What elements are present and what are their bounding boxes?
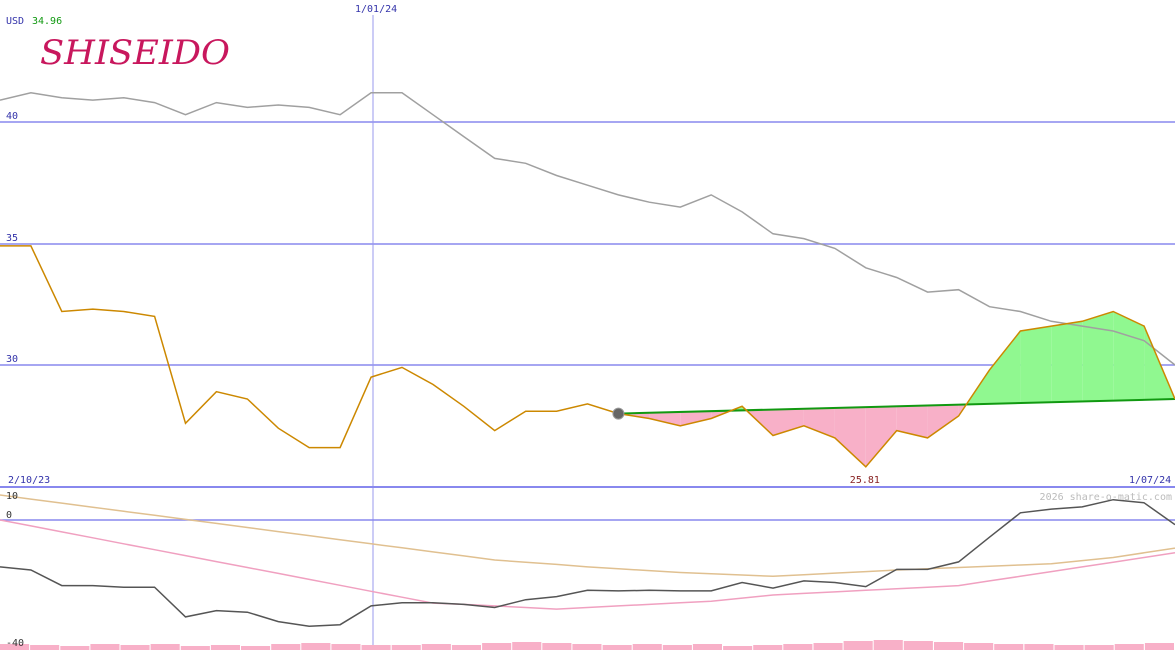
volume-bar xyxy=(391,645,421,650)
volume-bar xyxy=(301,643,331,650)
volume-bar xyxy=(753,645,783,650)
volume-bar xyxy=(1144,643,1174,650)
loss-fill-segment xyxy=(896,405,928,438)
volume-bar xyxy=(934,642,964,650)
volume-bar xyxy=(813,643,843,650)
volume-bar xyxy=(361,645,391,650)
volume-bar xyxy=(1114,644,1144,650)
gain-fill-segment xyxy=(1113,311,1145,401)
gain-fill-segment xyxy=(1082,311,1114,402)
volume-bar xyxy=(241,646,271,650)
trend-start-point xyxy=(612,407,625,420)
main-grid xyxy=(0,15,1175,650)
volume-bar xyxy=(180,646,210,650)
currency-label: USD xyxy=(6,16,24,27)
volume-bar xyxy=(60,646,90,650)
volume-bar xyxy=(150,644,180,650)
shiseido-logo: SHISEIDO xyxy=(40,33,230,73)
volume-bar xyxy=(723,646,753,650)
volume-bars xyxy=(0,640,1174,650)
volume-bar xyxy=(572,644,602,650)
oscillator-pink-line xyxy=(0,519,1175,610)
volume-bar xyxy=(451,645,481,650)
volume-bar xyxy=(542,643,572,650)
oscillator-tan-line xyxy=(0,494,1175,578)
volume-bar xyxy=(421,644,451,650)
volume-bar xyxy=(331,644,361,650)
volume-bar xyxy=(692,644,722,650)
trend-fills xyxy=(618,311,1175,467)
price-series-line xyxy=(0,245,1175,468)
loss-fill-segment xyxy=(834,407,866,467)
osc-tick-minus40: -40 xyxy=(6,638,24,649)
gain-fill-segment xyxy=(1051,321,1083,403)
loss-fill-segment xyxy=(927,404,959,438)
y-tick-35: 35 xyxy=(6,233,18,244)
osc-tick-10: 10 xyxy=(6,491,18,502)
x-end-label: 1/07/24 xyxy=(1129,475,1171,486)
chart-svg: USD 34.96 SHISEIDO 1/01/24 40 35 30 2/10… xyxy=(0,4,1175,650)
loss-fill-segment xyxy=(773,408,804,436)
volume-bar xyxy=(632,644,662,650)
watermark: 2026 share-o-matic.com xyxy=(1040,492,1172,503)
x-start-label: 2/10/23 xyxy=(8,475,50,486)
volume-bar xyxy=(843,641,873,650)
volume-bar xyxy=(120,645,150,650)
volume-bar xyxy=(964,643,994,650)
gain-fill-segment xyxy=(1020,326,1052,404)
volume-bar xyxy=(783,644,813,650)
volume-bar xyxy=(1024,644,1054,650)
last-price-label: 34.96 xyxy=(32,16,62,27)
volume-bar xyxy=(1054,645,1084,650)
volume-bar xyxy=(873,640,903,650)
gain-fill-segment xyxy=(989,331,1021,404)
min-value-label: 25.81 xyxy=(850,475,880,486)
volume-bar xyxy=(903,641,933,650)
volume-bar xyxy=(482,643,512,650)
volume-bar xyxy=(602,645,632,650)
y-tick-30: 30 xyxy=(6,354,18,365)
volume-bar xyxy=(994,644,1024,650)
y-tick-40: 40 xyxy=(6,111,18,122)
volume-bar xyxy=(1084,645,1114,650)
volume-bar xyxy=(90,644,120,650)
volume-bar xyxy=(512,642,542,650)
osc-tick-0: 0 xyxy=(6,510,12,521)
volume-bar xyxy=(210,645,240,650)
volume-bar xyxy=(662,645,692,650)
upper-series-line xyxy=(0,92,1175,366)
volume-bar xyxy=(271,644,301,650)
volume-bar xyxy=(30,645,60,650)
loss-fill-segment xyxy=(680,411,712,426)
loss-fill-segment xyxy=(803,407,835,438)
date-marker-label: 1/01/24 xyxy=(355,4,397,15)
